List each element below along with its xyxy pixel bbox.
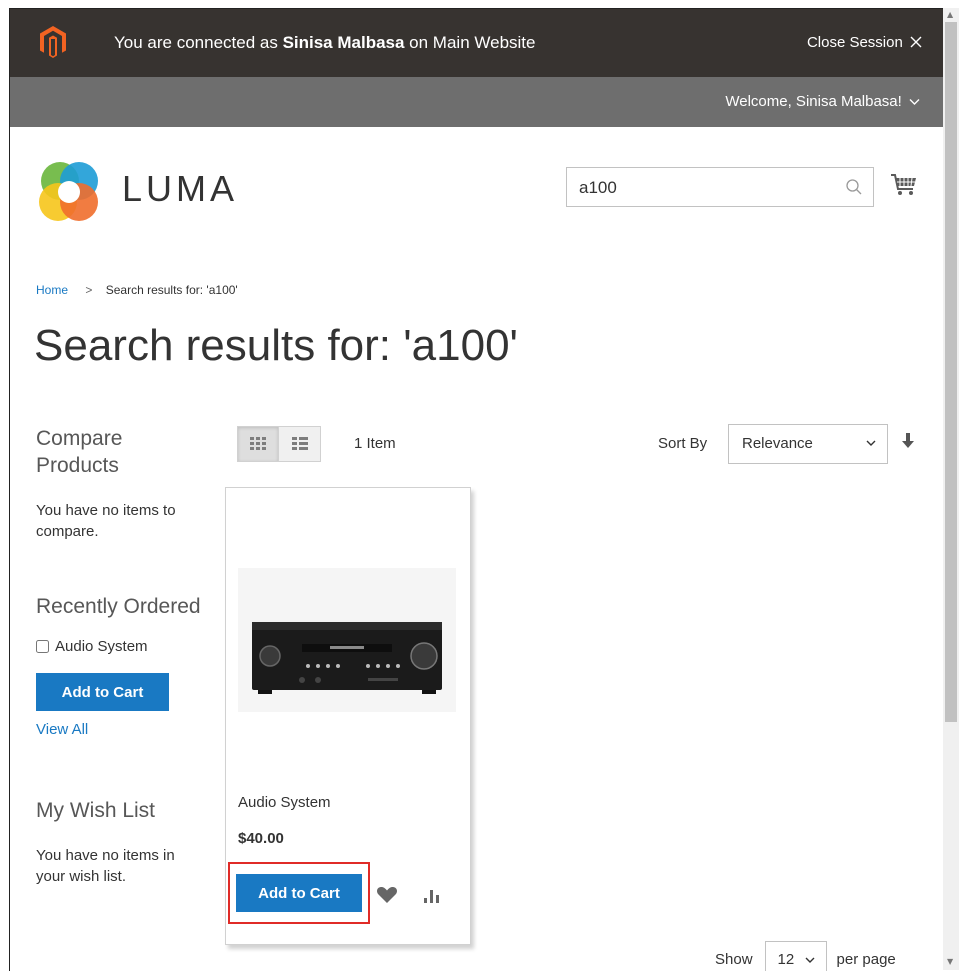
session-user: Sinisa Malbasa [282,33,405,52]
sidebar-add-to-cart-button[interactable]: Add to Cart [36,673,169,712]
product-item[interactable]: Audio System $40.00 Add to Cart [225,487,471,945]
close-session-label: Close Session [806,34,903,51]
close-session-button[interactable]: Close Session [807,34,922,51]
view-all-link[interactable]: View All [36,721,88,738]
luma-logo-icon [39,162,98,221]
brand-name: LUMA [122,168,239,209]
session-bar: You are connected as Sinisa Malbasa on M… [10,9,944,77]
limiter-per-page-label: per page [836,950,896,968]
grid-view-button[interactable] [237,426,279,462]
sort-by-select[interactable]: Relevance [728,424,888,464]
breadcrumb: Home > Search results for: 'a100' [36,283,238,297]
sort-by-label: Sort By [658,435,708,452]
product-add-to-cart-button[interactable]: Add to Cart [236,874,362,912]
magento-logo-icon [40,26,66,58]
wishlist-empty-message: You have no items in your wish list. [36,846,175,886]
search-box [566,167,874,207]
toolbar-item-count: 1 Item [354,435,396,452]
browser-viewport: You are connected as Sinisa Malbasa on M… [9,8,944,971]
compare-products-title: Compare Products [36,427,123,478]
breadcrumb-home-link[interactable]: Home [36,283,68,297]
scroll-up-arrow-icon[interactable]: ▲ [947,10,953,19]
limiter: Show 12 per page [715,941,896,971]
product-price: $40.00 [238,830,284,847]
page-scrollbar[interactable]: ▲ ▼ [943,8,959,970]
limiter-value: 12 [777,951,795,968]
chevron-down-icon [909,99,920,105]
session-suffix: on Main Website [404,33,536,52]
breadcrumb-current: Search results for: 'a100' [105,283,238,297]
recently-ordered-title: Recently Ordered [36,595,201,619]
recently-ordered-item-name: Audio System [55,638,148,656]
list-view-button[interactable] [279,426,321,462]
scrollbar-thumb[interactable] [945,22,957,722]
audio-receiver-image [252,622,442,694]
sidebar: Compare Products You have no items to co… [36,425,221,888]
customer-menu-toggle[interactable]: Welcome, Sinisa Malbasa! [725,93,920,110]
grid-icon [250,437,266,450]
page-title: Search results for: 'a100' [34,321,518,370]
limiter-show-label: Show [715,950,753,968]
session-prefix: You are connected as [114,33,283,52]
compare-empty-message: You have no items to compare. [36,501,176,541]
chevron-down-icon [866,440,876,446]
recently-ordered-item[interactable]: Audio System [36,638,221,655]
welcome-text: Welcome, Sinisa Malbasa! [725,93,902,110]
search-icon[interactable] [845,178,863,196]
heart-icon[interactable] [376,886,398,904]
wishlist-title: My Wish List [36,799,156,823]
product-name-link[interactable]: Audio System [238,794,331,811]
sort-by-value: Relevance [742,435,813,452]
session-message: You are connected as Sinisa Malbasa on M… [114,33,535,53]
compare-icon[interactable] [422,886,442,904]
limiter-select[interactable]: 12 [764,941,827,971]
list-icon [291,437,308,450]
search-input[interactable] [577,176,831,200]
chevron-down-icon [805,957,815,963]
scroll-down-arrow-icon[interactable]: ▼ [947,957,953,966]
welcome-bar: Welcome, Sinisa Malbasa! [10,77,944,127]
view-mode-switcher [237,426,321,462]
cart-icon[interactable] [890,171,918,199]
sort-direction-arrow-icon[interactable] [900,431,916,451]
product-image[interactable] [238,568,456,712]
close-icon [910,36,922,48]
breadcrumb-separator: > [85,283,93,297]
recently-ordered-checkbox[interactable] [36,640,49,654]
